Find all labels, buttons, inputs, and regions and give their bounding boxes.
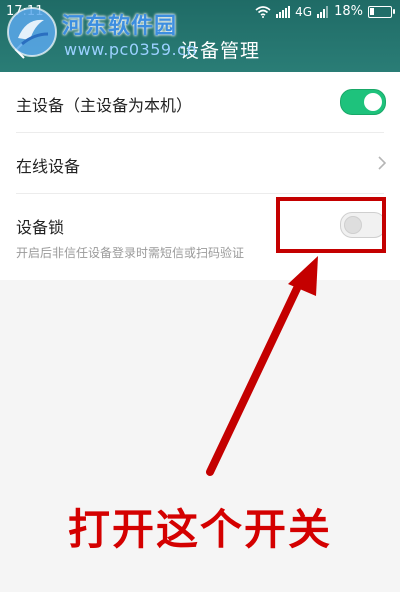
annotation-text: 打开这个开关	[67, 505, 332, 554]
